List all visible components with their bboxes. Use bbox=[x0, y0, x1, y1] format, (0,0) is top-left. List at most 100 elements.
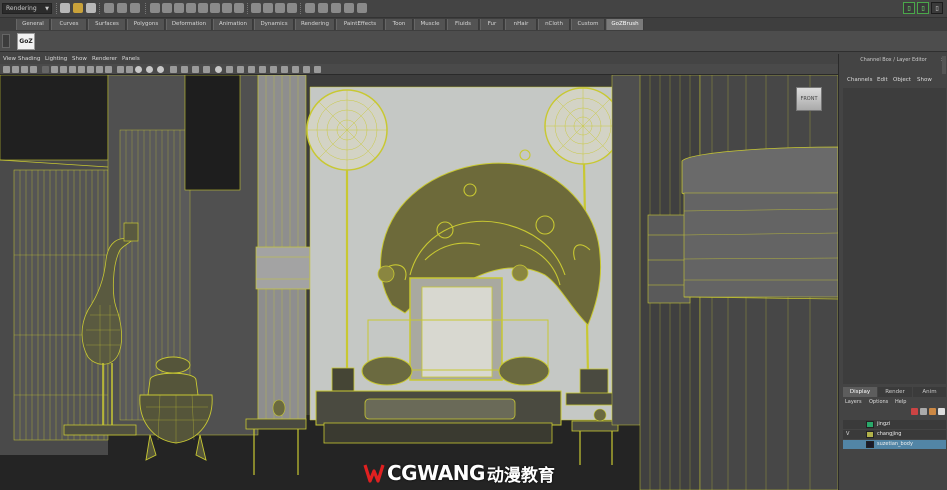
shelf-tab-toon[interactable]: Toon bbox=[385, 19, 413, 30]
xray-icon[interactable] bbox=[181, 66, 188, 73]
mask-misc-icon[interactable] bbox=[234, 3, 244, 13]
shelf-tab-custom[interactable]: Custom bbox=[571, 19, 605, 30]
lighting-icon[interactable] bbox=[146, 66, 153, 73]
textured-icon[interactable] bbox=[135, 66, 142, 73]
menu-view[interactable]: View bbox=[3, 55, 16, 63]
menu-object[interactable]: Object bbox=[893, 77, 911, 83]
mask-rendering-icon[interactable] bbox=[222, 3, 232, 13]
isolate-select-icon[interactable] bbox=[170, 66, 177, 73]
tab-render[interactable]: Render bbox=[878, 387, 912, 397]
shelf-tab-nhair[interactable]: nHair bbox=[505, 19, 537, 30]
layer-row-jingzi[interactable]: jingzi bbox=[843, 420, 946, 429]
layer-row-changjing[interactable]: V changjing bbox=[843, 430, 946, 439]
reference-toggle[interactable] bbox=[856, 431, 863, 438]
menu-options[interactable]: Options bbox=[869, 399, 888, 405]
gozbrush-button[interactable]: GoZ bbox=[17, 33, 35, 50]
layer-row-suzetian-body[interactable]: suzetian_body bbox=[843, 440, 946, 449]
film-gate-icon[interactable] bbox=[51, 66, 58, 73]
safe-title-icon[interactable] bbox=[96, 66, 103, 73]
menu-lighting[interactable]: Lighting bbox=[45, 55, 67, 63]
shelf-tab-fur[interactable]: Fur bbox=[480, 19, 504, 30]
grid-icon[interactable] bbox=[42, 66, 49, 73]
shelf-tab-surfaces[interactable]: Surfaces bbox=[88, 19, 126, 30]
bookmark-icon[interactable] bbox=[21, 66, 28, 73]
safe-action-icon[interactable] bbox=[87, 66, 94, 73]
open-scene-icon[interactable] bbox=[73, 3, 83, 13]
backface-icon[interactable] bbox=[226, 66, 233, 73]
shelf-tab-rendering[interactable]: Rendering bbox=[295, 19, 335, 30]
shelf-tab-painteffects[interactable]: PaintEffects bbox=[336, 19, 384, 30]
viewport-renderer-icon[interactable] bbox=[281, 66, 288, 73]
field-chart-icon[interactable] bbox=[78, 66, 85, 73]
layer-color-swatch[interactable] bbox=[866, 421, 874, 428]
visibility-toggle[interactable] bbox=[846, 441, 853, 448]
snap-grid-icon[interactable] bbox=[251, 3, 261, 13]
shelf-tab-deformation[interactable]: Deformation bbox=[166, 19, 212, 30]
toggle-channel-box-icon[interactable]: ▯ bbox=[931, 2, 943, 14]
select-hierarchy-icon[interactable] bbox=[104, 3, 114, 13]
select-component-icon[interactable] bbox=[130, 3, 140, 13]
shadows-icon[interactable] bbox=[157, 66, 164, 73]
anti-aliasing-icon[interactable] bbox=[259, 66, 266, 73]
select-object-icon[interactable] bbox=[117, 3, 127, 13]
new-scene-icon[interactable] bbox=[60, 3, 70, 13]
hud-icon[interactable] bbox=[292, 66, 299, 73]
new-layer-selected-icon[interactable] bbox=[938, 408, 945, 415]
shelf-tab-polygons[interactable]: Polygons bbox=[127, 19, 165, 30]
shelf-tab-gozbrush[interactable]: GoZBrush bbox=[606, 19, 644, 30]
ambient-occlusion-icon[interactable] bbox=[237, 66, 244, 73]
menu-show[interactable]: Show bbox=[917, 77, 932, 83]
grid-toggle-icon[interactable] bbox=[105, 66, 112, 73]
mask-joints-icon[interactable] bbox=[162, 3, 172, 13]
menu-edit[interactable]: Edit bbox=[877, 77, 888, 83]
layer-color-swatch[interactable] bbox=[866, 431, 874, 438]
gamma-icon[interactable] bbox=[314, 66, 321, 73]
snap-point-icon[interactable] bbox=[275, 3, 285, 13]
shelf-tab-curves[interactable]: Curves bbox=[51, 19, 87, 30]
menu-show[interactable]: Show bbox=[72, 55, 87, 63]
new-layer-icon[interactable] bbox=[929, 408, 936, 415]
hypershade-icon[interactable] bbox=[357, 3, 367, 13]
shelf-tab-animation[interactable]: Animation bbox=[213, 19, 253, 30]
menu-layers[interactable]: Layers bbox=[845, 399, 862, 405]
mask-surfaces-icon[interactable] bbox=[186, 3, 196, 13]
shelf-tab-dynamics[interactable]: Dynamics bbox=[254, 19, 294, 30]
resolution-gate-icon[interactable] bbox=[60, 66, 67, 73]
save-scene-icon[interactable] bbox=[86, 3, 96, 13]
snap-plane-icon[interactable] bbox=[287, 3, 297, 13]
visibility-toggle[interactable]: V bbox=[846, 431, 853, 438]
tab-anim[interactable]: Anim bbox=[913, 387, 946, 397]
history-icon[interactable] bbox=[305, 3, 315, 13]
render-frame-icon[interactable] bbox=[318, 3, 328, 13]
layer-up-icon[interactable] bbox=[911, 408, 918, 415]
render-settings-icon[interactable] bbox=[344, 3, 354, 13]
motion-blur-icon[interactable] bbox=[248, 66, 255, 73]
wireframe-on-shaded-icon[interactable] bbox=[203, 66, 210, 73]
layer-color-swatch[interactable] bbox=[866, 441, 874, 448]
mask-deformations-icon[interactable] bbox=[198, 3, 208, 13]
reference-toggle[interactable] bbox=[856, 441, 863, 448]
snap-curve-icon[interactable] bbox=[263, 3, 273, 13]
view-cube[interactable]: FRONT bbox=[796, 87, 822, 111]
mask-curves-icon[interactable] bbox=[174, 3, 184, 13]
high-quality-icon[interactable] bbox=[215, 66, 222, 73]
smooth-shade-icon[interactable] bbox=[126, 66, 133, 73]
xray-joints-icon[interactable] bbox=[192, 66, 199, 73]
menu-help[interactable]: Help bbox=[895, 399, 906, 405]
shelf-tab-fluids[interactable]: Fluids bbox=[447, 19, 479, 30]
menu-panels[interactable]: Panels bbox=[122, 55, 140, 63]
mask-handles-icon[interactable] bbox=[150, 3, 160, 13]
image-plane-icon[interactable] bbox=[30, 66, 37, 73]
toggle-attribute-editor-icon[interactable]: ▯ bbox=[903, 2, 915, 14]
menu-channels[interactable]: Channels bbox=[847, 77, 872, 83]
ipr-render-icon[interactable] bbox=[331, 3, 341, 13]
select-camera-icon[interactable] bbox=[3, 66, 10, 73]
shelf-tab-ncloth[interactable]: nCloth bbox=[538, 19, 570, 30]
mask-dynamics-icon[interactable] bbox=[210, 3, 220, 13]
layer-down-icon[interactable] bbox=[920, 408, 927, 415]
shelf-menu-grip[interactable] bbox=[2, 34, 10, 48]
exposure-icon[interactable] bbox=[303, 66, 310, 73]
menu-renderer[interactable]: Renderer bbox=[92, 55, 117, 63]
wireframe-icon[interactable] bbox=[117, 66, 124, 73]
reference-toggle[interactable] bbox=[856, 421, 863, 428]
